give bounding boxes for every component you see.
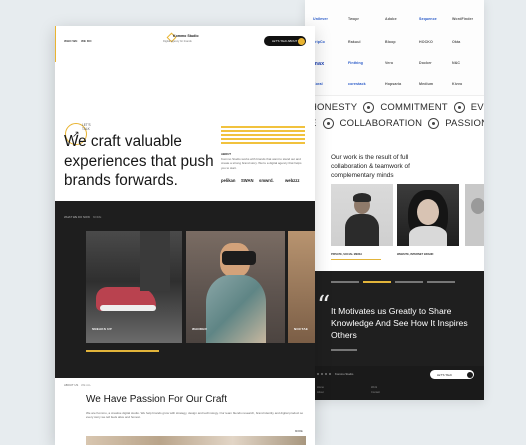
client-logo: N&C [452,61,461,65]
passion-image [86,436,306,445]
brand-name[interactable]: Kommo Studio [173,34,199,38]
quote-icon: “ [317,291,331,321]
about-label: ABOUT [221,152,231,156]
value-word: COLLABORATION [339,118,423,129]
portfolio-tile[interactable]: SNEAKS UP [86,231,182,343]
footer-contact-button[interactable]: LET'S TALK [430,370,474,379]
passion-more-link[interactable]: MORE [295,430,303,433]
work-section-label: WHAT WE DO NOW [64,215,90,219]
brand-tagline: Digital agency for brands [163,40,192,43]
slider-bar[interactable] [331,281,359,283]
values-marquee: HONESTY COMMITMENT EVOLUTION E COLLABORA… [305,98,484,138]
front-page-preview: WHO WE WE DO Kommo Studio Digital agency… [55,26,315,445]
footer-contact-label: LET'S TALK [437,372,453,377]
contact-button[interactable]: LET'S TALK ABOUT IT [264,36,306,46]
arrow-icon [466,371,473,378]
sun-icon [363,102,375,113]
nav-link-who[interactable]: WHO WE [64,39,77,43]
client-logo: WordFinder [452,17,474,21]
work-more-link[interactable]: MORE [93,215,101,219]
slider-bar[interactable] [363,281,391,283]
client-logo: Unilever [313,17,328,21]
slider-bar[interactable] [395,281,423,283]
footer-link[interactable]: Work [371,386,377,389]
values-row-2: E COLLABORATION PASSION [307,118,484,129]
team-member-photo[interactable] [331,184,393,246]
team-member-role: WEBSITE, INTERNET BRAND [397,253,434,256]
team-progress-bar [331,259,381,260]
carousel-progress [86,350,159,352]
section-label: WE ALL [81,383,92,387]
badge-text: LET'S TALK [82,123,91,131]
sun-icon [322,118,334,129]
footer-brand: Kommo Studio [335,372,354,376]
sun-icon [428,118,440,129]
contact-button-label: LET'S TALK ABOUT IT [272,39,301,43]
client-logo: Kivvo [452,82,463,86]
client-logo: smwrd. [259,178,274,183]
client-logo: Adobe [385,17,397,21]
quote-section: “ It Motivates us Greatly to Share Knowl… [305,271,484,366]
value-word: HONESTY [310,102,358,113]
team-member-role: PRIVATE, SOCIAL MEDIA [331,253,363,256]
client-logo: webzzz [285,178,300,183]
client-logo: pelikan [221,178,236,183]
footer-link[interactable]: Contact [371,391,380,394]
social-icon[interactable] [325,373,327,375]
client-logo: Twopr [348,17,360,21]
slider-bar[interactable] [427,281,455,283]
client-logo: Medium [419,82,434,86]
client-logo: Hopsaria [385,82,402,86]
client-logo: Vero [385,61,394,65]
values-row-1: HONESTY COMMITMENT EVOLUTION [307,102,484,113]
client-logo: Finthing [348,61,363,65]
footer-link[interactable]: About [317,391,324,394]
portfolio-tile[interactable]: NOCTAE [288,231,315,343]
nav-link-do[interactable]: WE DO [81,39,91,43]
passion-section: ABOUT US WE ALL We Have Passion For Our … [55,378,315,445]
accent-rule [55,26,56,62]
tile-title: SNEAKS UP [92,327,112,331]
tile-title: WANDER [192,327,207,331]
quote-author-line [331,349,357,351]
client-logo: SWAN [241,178,254,183]
value-word: COMMITMENT [380,102,448,113]
client-logo: Rakuul [348,40,361,44]
back-footer: Kommo Studio LET'S TALK Home About Work … [305,366,484,400]
client-logo: Bloop [385,40,396,44]
client-logo: corestack [348,82,366,86]
footer-link[interactable]: Home [317,386,324,389]
passion-title: We Have Passion For Our Craft [86,394,227,405]
client-logo: Okta [452,40,461,44]
value-word: EVOLUTION [470,102,484,113]
team-member-photo[interactable] [397,184,459,246]
tile-title: NOCTAE [294,327,309,331]
social-icon[interactable] [321,373,323,375]
about-text: Kommo Studio works with brands that want… [221,157,302,170]
team-heading: Our work is the result of full collabora… [331,154,410,179]
sun-icon [453,102,465,113]
portfolio-tile[interactable]: WANDER [186,231,285,343]
decorative-stripes [221,126,305,146]
section-label: ABOUT US [64,383,79,387]
team-member-photo[interactable] [465,184,484,246]
top-navigation: WHO WE WE DO Kommo Studio Digital agency… [55,26,315,62]
client-logo-grid: Unilever Twopr Adobe Sequence WordFinder Trip… [305,0,484,96]
quote-text: It Motivates us Greatly to Share Knowled… [331,306,468,340]
client-logo: HOCKO [419,40,433,44]
social-icon[interactable] [317,373,319,375]
hero-title: We craft valuable experiences that push … [64,133,214,189]
work-section: WHAT WE DO NOW MORE SNEAKS UP WANDER NOC… [55,201,315,378]
passion-text: We are Kommo, a creative digital studio.… [86,411,304,420]
back-page-preview: Unilever Twopr Adobe Sequence WordFinder Trip… [305,0,484,400]
client-logo: Docker [419,61,432,65]
value-word: PASSION [445,118,484,129]
arrow-icon [297,37,305,45]
client-logo: Sequence [419,17,437,21]
social-icon[interactable] [329,373,331,375]
